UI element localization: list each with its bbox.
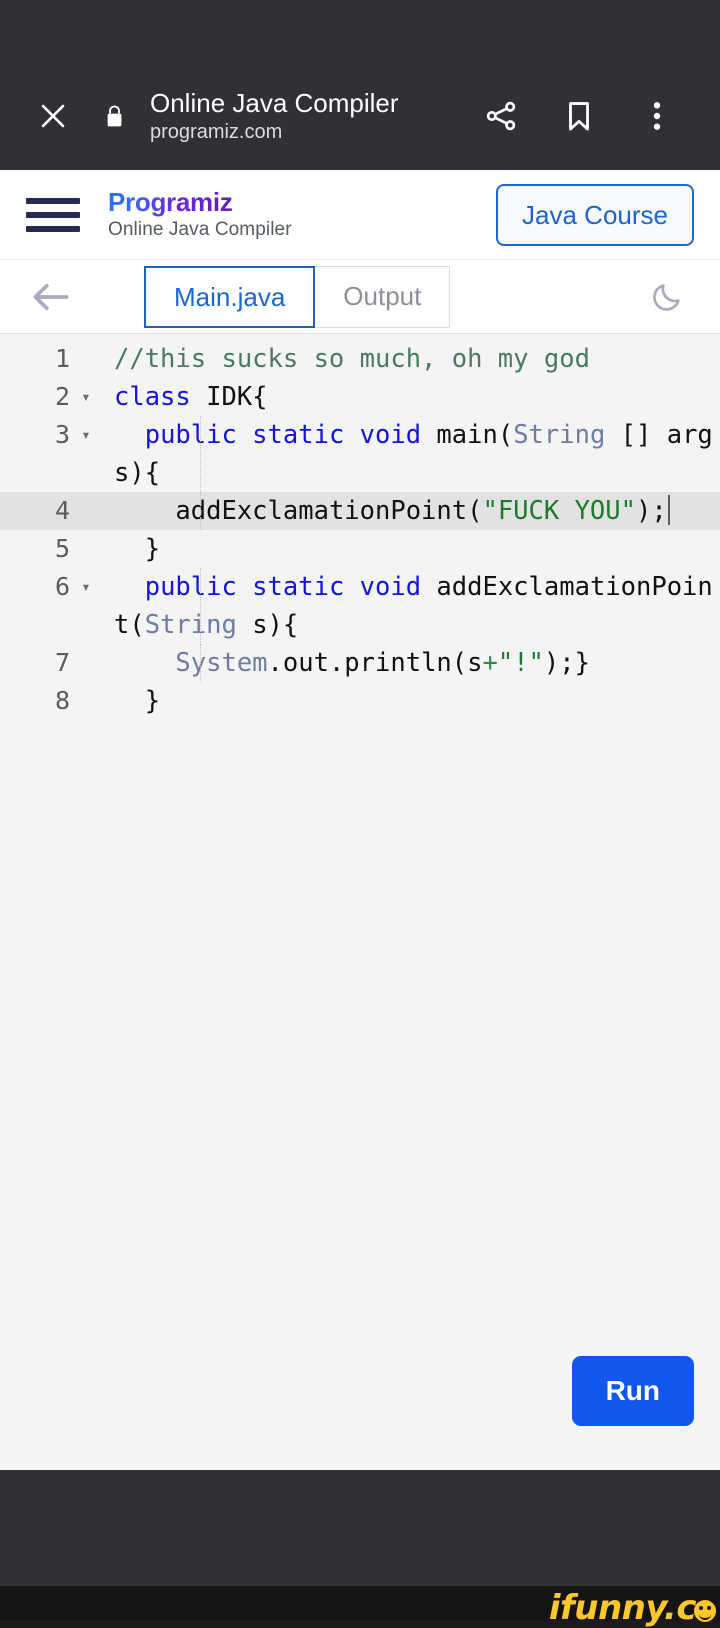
browser-actions <box>462 83 696 149</box>
run-button[interactable]: Run <box>571 1356 694 1426</box>
code-row[interactable]: 1 //this sucks so much, oh my god <box>0 340 720 378</box>
lock-icon[interactable] <box>92 87 136 145</box>
bookmark-icon[interactable] <box>540 83 618 149</box>
line-number: 6 <box>54 572 70 601</box>
code-row[interactable]: 4 addExclamationPoint("FUCK YOU"); <box>0 492 720 530</box>
code-line-text[interactable]: } <box>100 682 720 720</box>
code-row[interactable]: 8 } <box>0 682 720 720</box>
fold-toggle[interactable]: ▾ <box>72 378 100 416</box>
tab-output[interactable]: Output <box>315 265 451 328</box>
site-header: Programiz Online Java Compiler Java Cour… <box>0 170 720 260</box>
code-row[interactable]: 6 ▾ public static void addExclamationPoi… <box>0 568 720 644</box>
browser-title-block[interactable]: Online Java Compiler programiz.com <box>136 88 462 144</box>
status-bar <box>0 0 720 62</box>
share-icon[interactable] <box>462 83 540 149</box>
fold-toggle[interactable]: ▾ <box>72 416 100 454</box>
code-editor[interactable]: 1 //this sucks so much, oh my god 2 ▾ cl… <box>0 334 720 1470</box>
code-line-text[interactable]: class IDK{ <box>100 378 720 416</box>
line-number: 4 <box>54 496 70 525</box>
phone-screen: Online Java Compiler programiz.com Progr… <box>0 0 720 1626</box>
editor-tabstrip: Main.java Output <box>0 260 720 334</box>
more-vertical-icon[interactable] <box>618 83 696 149</box>
browser-page-url: programiz.com <box>150 121 283 143</box>
browser-toolbar: Online Java Compiler programiz.com <box>0 62 720 170</box>
code-row[interactable]: 3 ▾ public static void main(String [] ar… <box>0 416 720 492</box>
editor-tabs: Main.java Output <box>144 265 451 328</box>
brand-block[interactable]: Programiz Online Java Compiler <box>108 188 496 241</box>
code-line-text[interactable]: System.out.println(s+"!");} <box>100 644 720 682</box>
code-line-text[interactable]: addExclamationPoint("FUCK YOU"); <box>100 492 720 530</box>
brand-tagline: Online Java Compiler <box>108 219 292 240</box>
close-icon[interactable] <box>24 87 82 145</box>
hamburger-menu-icon[interactable] <box>26 192 82 238</box>
line-number: 7 <box>54 648 70 677</box>
tab-main-java[interactable]: Main.java <box>144 265 316 328</box>
line-number: 1 <box>54 344 70 373</box>
ifunny-watermark: ifunny.c <box>549 1590 716 1626</box>
code-line-text[interactable]: //this sucks so much, oh my god <box>100 340 720 378</box>
browser-bottom-bar <box>0 1470 720 1586</box>
code-line-text[interactable]: } <box>100 530 720 568</box>
run-bar: Run <box>0 1340 720 1470</box>
line-number: 5 <box>54 534 70 563</box>
code-row[interactable]: 5 } <box>0 530 720 568</box>
code-line-text[interactable]: public static void addExclamationPoint(S… <box>100 568 720 644</box>
browser-page-title: Online Java Compiler <box>150 88 399 118</box>
code-line-text[interactable]: public static void main(String [] args){ <box>100 416 720 492</box>
navigation-bar: ifunny.c <box>0 1586 720 1626</box>
watermark-text: ifunny.c <box>548 1588 697 1628</box>
fold-toggle[interactable]: ▾ <box>72 568 100 606</box>
line-number: 2 <box>54 382 70 411</box>
java-course-button[interactable]: Java Course <box>496 183 694 246</box>
line-number: 3 <box>54 420 70 449</box>
text-caret <box>667 495 670 525</box>
code-row[interactable]: 7 System.out.println(s+"!");} <box>0 644 720 682</box>
smiley-icon <box>694 1600 716 1622</box>
line-number: 8 <box>54 686 70 715</box>
programiz-logo: Programiz <box>108 187 233 217</box>
arrow-left-icon[interactable] <box>18 266 84 328</box>
moon-icon[interactable] <box>632 266 702 328</box>
code-row[interactable]: 2 ▾ class IDK{ <box>0 378 720 416</box>
